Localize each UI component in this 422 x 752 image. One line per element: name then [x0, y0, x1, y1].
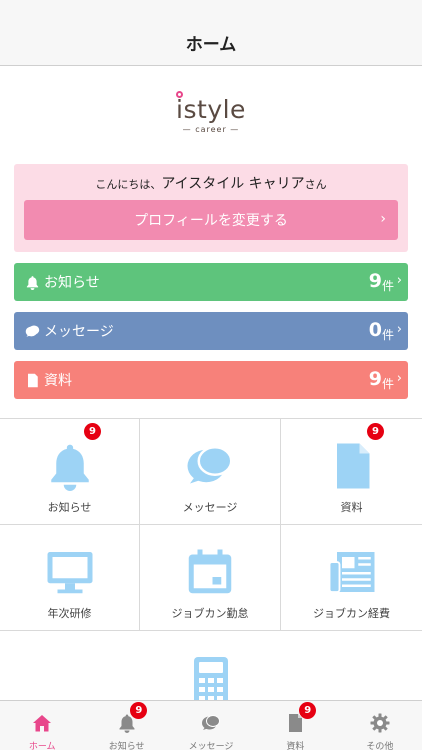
tab-gear[interactable]: その他	[338, 701, 422, 752]
menu-item-label: 資料	[340, 501, 363, 514]
menu-item-label: メッセージ	[182, 501, 238, 514]
menu-item-bell[interactable]: お知らせ 9	[0, 419, 140, 525]
document-icon	[24, 372, 40, 388]
edit-profile-button[interactable]: プロフィールを変更する ›	[24, 200, 398, 240]
summary-bar-chat[interactable]: メッセージ 0 件 ›	[14, 312, 408, 350]
summary-count: 9	[368, 368, 382, 390]
menu-item-label: お知らせ	[47, 501, 92, 514]
greeting-card: こんにちは、アイスタイル キャリアさん プロフィールを変更する ›	[14, 164, 408, 252]
chat-icon	[201, 713, 221, 737]
summary-count: 9	[368, 270, 382, 292]
chevron-right-icon: ›	[396, 273, 402, 288]
summary-bar-document[interactable]: 資料 9 件 ›	[14, 361, 408, 399]
chevron-right-icon: ›	[396, 371, 402, 386]
tab-home[interactable]: ホーム	[0, 701, 84, 752]
status-bar	[0, 0, 422, 20]
page-title: ホーム	[185, 35, 237, 55]
monitor-icon	[45, 547, 95, 597]
menu-grid: お知らせ 9 メッセージ 資料 9 年次研修 ジョブカン勤怠 ジョブカン経費	[0, 418, 422, 631]
summary-label: お知らせ	[44, 275, 100, 291]
summary-label: メッセージ	[44, 324, 114, 340]
menu-item-calendar[interactable]: ジョブカン勤怠	[140, 525, 281, 631]
tab-label: その他	[366, 742, 394, 752]
document-icon	[327, 441, 377, 491]
navigation-bar: ホーム	[0, 20, 422, 66]
notification-badge: 9	[299, 702, 317, 719]
menu-item-label: 年次研修	[47, 607, 92, 620]
tab-label: お知らせ	[108, 742, 145, 752]
logo: istyle — career —	[0, 66, 422, 164]
logo-subtext: — career —	[182, 124, 240, 134]
tab-document[interactable]: 資料 9	[253, 701, 337, 752]
summary-count: 0	[368, 319, 382, 341]
menu-item-newspaper[interactable]: ジョブカン経費	[281, 525, 422, 631]
menu-item-monitor[interactable]: 年次研修	[0, 525, 140, 631]
chat-icon	[185, 441, 235, 491]
tab-bell[interactable]: お知らせ 9	[84, 701, 168, 752]
summary-list: お知らせ 9 件 › メッセージ 0 件 › 資料 9 件 ›	[0, 263, 422, 399]
newspaper-icon	[327, 547, 377, 597]
home-icon	[32, 713, 52, 737]
more-menu-row	[0, 631, 422, 711]
tab-label: メッセージ	[188, 742, 234, 752]
notification-badge: 9	[130, 702, 148, 719]
tab-bar: ホーム お知らせ 9 メッセージ 資料 9 その他	[0, 700, 422, 752]
user-name: アイスタイル キャリア	[161, 176, 305, 192]
chevron-right-icon: ›	[396, 322, 402, 337]
logo-dot	[176, 90, 184, 98]
notification-badge: 9	[367, 423, 384, 440]
menu-item-label: ジョブカン勤怠	[171, 607, 249, 620]
summary-unit: 件	[381, 377, 394, 391]
edit-profile-label: プロフィールを変更する	[134, 213, 288, 229]
tab-chat[interactable]: メッセージ	[169, 701, 253, 752]
gear-icon	[370, 713, 390, 737]
chevron-right-icon: ›	[380, 211, 386, 227]
greeting-text: こんにちは、アイスタイル キャリアさん	[14, 174, 408, 194]
menu-item-document[interactable]: 資料 9	[281, 419, 422, 525]
summary-bar-bell[interactable]: お知らせ 9 件 ›	[14, 263, 408, 301]
tab-label: 資料	[286, 742, 305, 752]
menu-item-chat[interactable]: メッセージ	[140, 419, 281, 525]
menu-item-label: ジョブカン経費	[313, 607, 390, 620]
notification-badge: 9	[84, 423, 101, 440]
summary-unit: 件	[381, 279, 394, 293]
bell-icon	[45, 441, 95, 491]
summary-unit: 件	[381, 328, 394, 342]
bell-icon	[24, 274, 40, 290]
greeting-prefix: こんにちは、	[95, 178, 162, 191]
summary-label: 資料	[44, 373, 72, 389]
chat-icon	[24, 323, 40, 339]
calendar-icon	[185, 547, 235, 597]
logo-text: istyle	[176, 94, 246, 124]
tab-label: ホーム	[28, 742, 56, 752]
greeting-suffix: さん	[304, 178, 327, 191]
logo-wordmark: istyle	[176, 90, 246, 124]
